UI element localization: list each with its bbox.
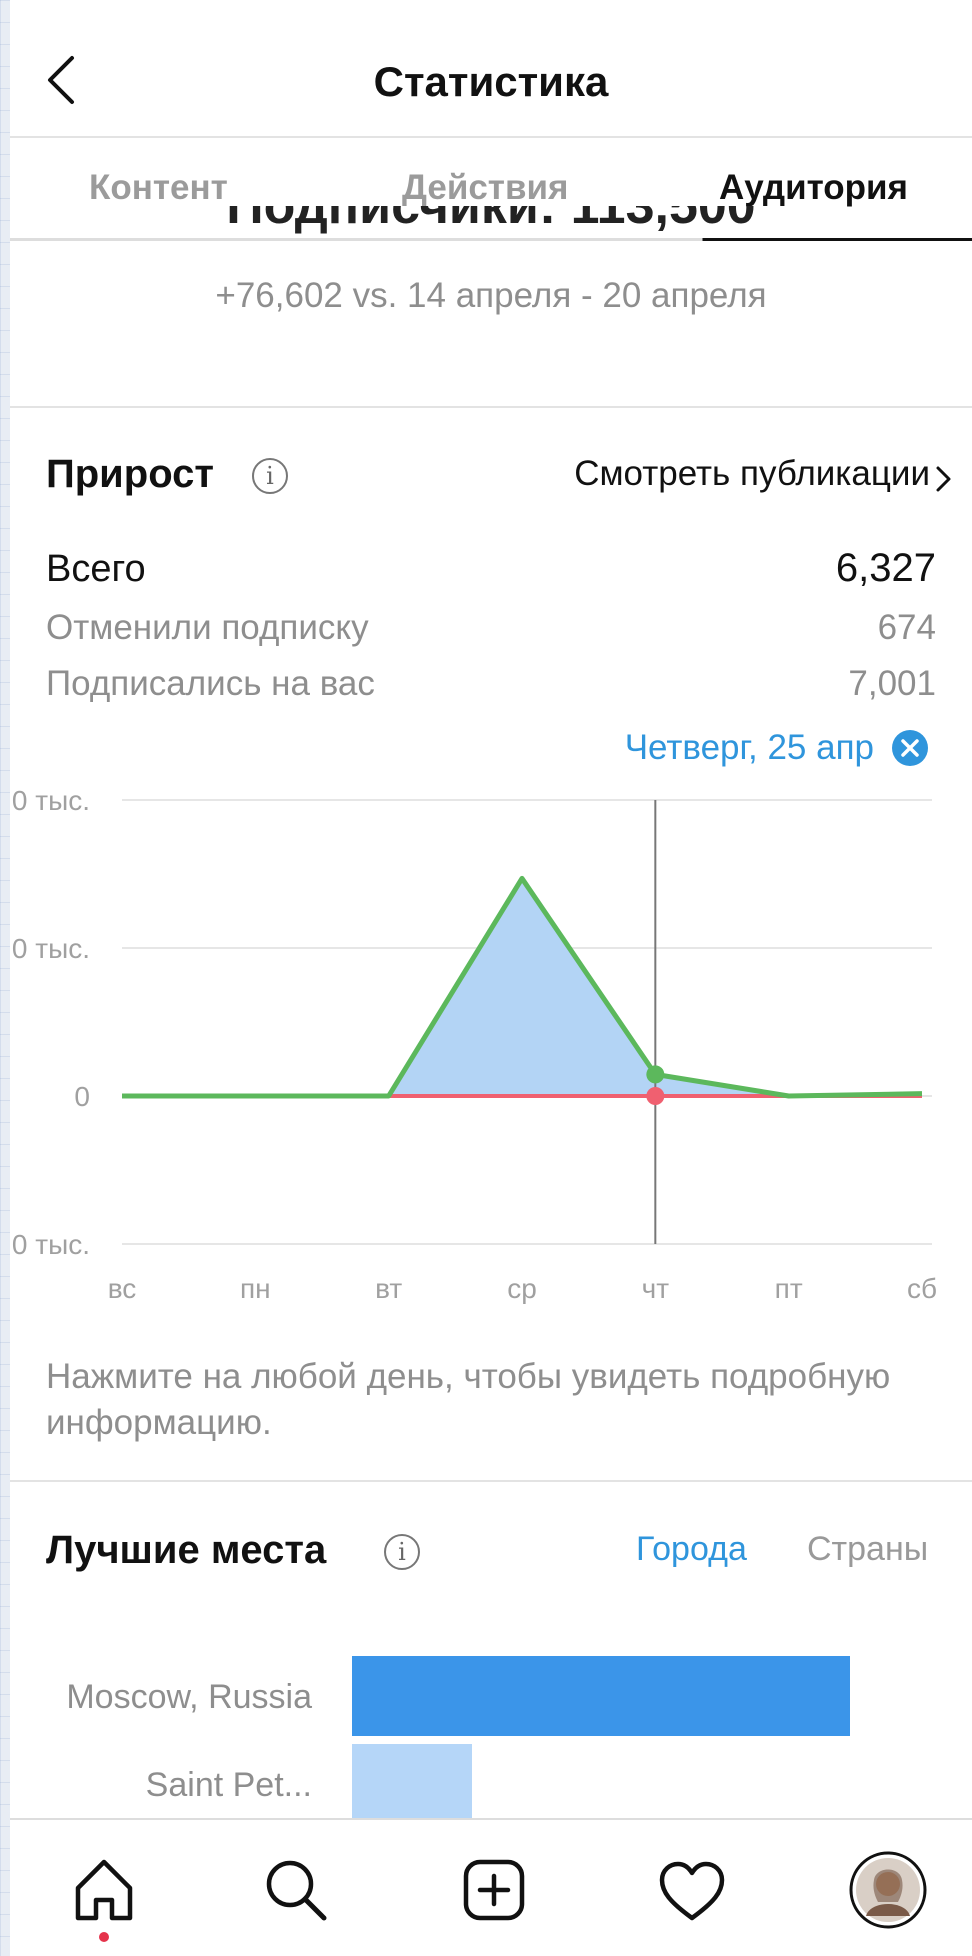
- clear-selection-icon[interactable]: [890, 728, 930, 768]
- tab-audience[interactable]: Аудитория: [719, 168, 908, 208]
- place-bar-saint-petersburg: [352, 1744, 472, 1824]
- notification-dot: [99, 1932, 109, 1942]
- section-divider: [10, 406, 972, 408]
- followers-comparison: +76,602 vs. 14 апреля - 20 апреля: [215, 276, 767, 315]
- add-post-icon[interactable]: [458, 1854, 530, 1926]
- y-tick-label: 0 тыс.: [12, 785, 90, 816]
- x-tick-label: вс: [108, 1273, 137, 1304]
- info-icon[interactable]: i: [252, 458, 288, 494]
- total-value: 6,327: [835, 546, 936, 590]
- x-tick-label: пн: [240, 1273, 271, 1304]
- x-tick-label: вт: [375, 1273, 402, 1304]
- places-info-icon[interactable]: i: [384, 1534, 420, 1570]
- unfollowed-value: 674: [877, 608, 936, 647]
- x-tick-label: чт: [642, 1273, 670, 1304]
- unfollowed-point: [646, 1087, 665, 1105]
- followed-point: [646, 1065, 665, 1084]
- search-icon[interactable]: [260, 1854, 332, 1926]
- tabs-divider: [10, 238, 972, 241]
- total-label: Всего: [46, 548, 146, 590]
- growth-title: Прирост: [46, 452, 214, 496]
- x-tick-label: пт: [775, 1273, 803, 1304]
- view-posts-link[interactable]: Смотреть публикации: [574, 454, 930, 494]
- profile-avatar[interactable]: [848, 1850, 928, 1930]
- y-tick-label: 0 тыс.: [12, 1229, 90, 1260]
- y-tick-label: 0 тыс.: [12, 933, 90, 964]
- followed-value: 7,001: [848, 664, 936, 703]
- tab-actions[interactable]: Действия: [402, 168, 568, 208]
- x-tick-label: сб: [907, 1273, 937, 1304]
- growth-chart[interactable]: 0 тыс. 0 тыс. 0 0 тыс. вс пн вт ср чт пт сб: [10, 770, 972, 1330]
- tab-content[interactable]: Контент: [89, 168, 228, 208]
- heart-icon[interactable]: [656, 1856, 728, 1928]
- unfollowed-label: Отменили подписку: [46, 608, 369, 647]
- selected-day-label: Четверг, 25 апр: [624, 728, 874, 767]
- header-divider: [10, 136, 972, 138]
- place-label-moscow: Moscow, Russia: [66, 1678, 312, 1716]
- places-title: Лучшие места: [46, 1528, 327, 1572]
- y-tick-label: 0: [74, 1081, 90, 1112]
- followers-title: Подписчики: 113,500: [226, 206, 756, 235]
- section-divider-2: [10, 1480, 972, 1482]
- statistics-screen: Статистика Контент Действия Аудитория По…: [10, 0, 972, 1956]
- chevron-right-icon: [936, 466, 951, 492]
- x-tick-label: ср: [507, 1273, 537, 1304]
- tab-countries[interactable]: Страны: [807, 1530, 928, 1569]
- home-icon[interactable]: [68, 1854, 140, 1926]
- series-area: [122, 878, 922, 1096]
- page-title: Статистика: [373, 58, 609, 105]
- tab-cities[interactable]: Города: [636, 1530, 747, 1569]
- followed-label: Подписались на вас: [46, 664, 375, 703]
- place-bar-moscow: [352, 1656, 850, 1736]
- bottom-nav: [10, 1818, 972, 1956]
- chart-hint: Нажмите на любой день, чтобы увидеть под…: [46, 1357, 891, 1442]
- place-label-saint-petersburg: Saint Pet...: [145, 1766, 312, 1804]
